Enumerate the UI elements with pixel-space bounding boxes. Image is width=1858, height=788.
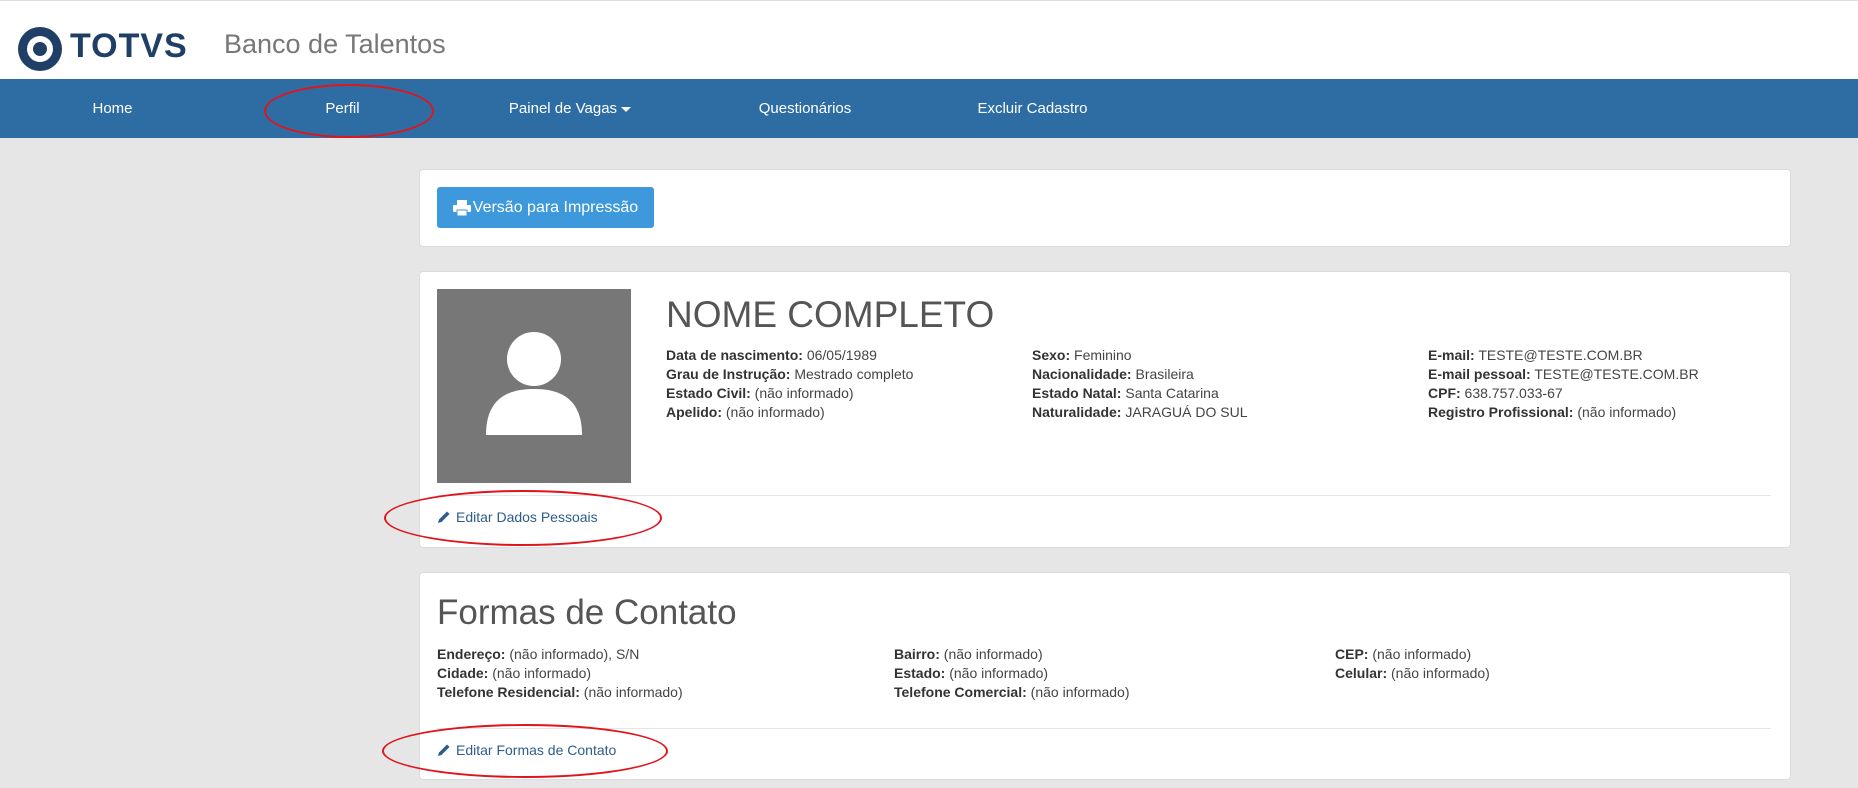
nav-perfil-label: Perfil — [325, 100, 360, 117]
personal-info-col-3: E-mail: TESTE@TESTE.COM.BR E-mail pessoa… — [1428, 346, 1699, 422]
pencil-icon — [438, 511, 450, 523]
print-panel: Versão para Impressão — [419, 169, 1791, 247]
email-row: E-mail: TESTE@TESTE.COM.BR — [1428, 347, 1643, 363]
nav-excluir-cadastro[interactable]: Excluir Cadastro — [960, 79, 1105, 138]
nationality-row: Nacionalidade: Brasileira — [1032, 366, 1194, 382]
nav-painel-vagas-dropdown[interactable]: Painel de Vagas — [500, 79, 640, 138]
nickname-row: Apelido: (não informado) — [666, 404, 825, 420]
nav-home[interactable]: Home — [60, 79, 165, 138]
work-phone-row: Telefone Comercial: (não informado) — [894, 684, 1130, 700]
app-title: Banco de Talentos — [224, 29, 446, 59]
home-phone-row: Telefone Residencial: (não informado) — [437, 684, 683, 700]
personal-info-col-2: Sexo: Feminino Nacionalidade: Brasileira… — [1032, 346, 1248, 422]
contact-info-col-1: Endereço: (não informado), S/N Cidade: (… — [437, 645, 683, 702]
address-row: Endereço: (não informado), S/N — [437, 646, 640, 662]
cpf-row: CPF: 638.757.033-67 — [1428, 385, 1563, 401]
caret-down-icon — [621, 106, 632, 112]
nav-excluir-cadastro-label: Excluir Cadastro — [977, 100, 1088, 117]
divider — [437, 728, 1771, 729]
nav-questionarios[interactable]: Questionários — [740, 79, 870, 138]
personal-email-row: E-mail pessoal: TESTE@TESTE.COM.BR — [1428, 366, 1699, 382]
print-version-label: Versão para Impressão — [472, 198, 639, 216]
top-header: TOTVS Banco de Talentos — [0, 0, 1858, 80]
contact-section-title: Formas de Contato — [437, 593, 737, 632]
totvs-logo-icon — [18, 27, 62, 71]
pencil-icon — [438, 744, 450, 756]
city-row: Cidade: (não informado) — [437, 665, 592, 681]
avatar — [437, 289, 631, 483]
personal-data-panel: NOME COMPLETO Data de nascimento: 06/05/… — [419, 271, 1791, 548]
user-silhouette-icon — [486, 332, 582, 435]
contact-info-col-2: Bairro: (não informado) Estado: (não inf… — [894, 645, 1130, 702]
edit-personal-data-link[interactable]: Editar Dados Pessoais — [437, 509, 598, 525]
divider — [437, 495, 1771, 496]
edit-contact-link[interactable]: Editar Formas de Contato — [437, 742, 616, 758]
print-version-button[interactable]: Versão para Impressão — [437, 187, 654, 228]
logo-text: TOTVS — [70, 27, 188, 65]
contact-panel: Formas de Contato Endereço: (não informa… — [419, 572, 1791, 780]
nav-perfil[interactable]: Perfil — [290, 79, 395, 138]
contact-info-col-3: CEP: (não informado) Celular: (não infor… — [1335, 645, 1490, 683]
main-navbar: Home Perfil Painel de Vagas Questionário… — [0, 79, 1858, 138]
education-row: Grau de Instrução: Mestrado completo — [666, 366, 914, 382]
sex-row: Sexo: Feminino — [1032, 347, 1132, 363]
state-row: Estado: (não informado) — [894, 665, 1049, 681]
zip-row: CEP: (não informado) — [1335, 646, 1472, 662]
birth-state-row: Estado Natal: Santa Catarina — [1032, 385, 1219, 401]
full-name: NOME COMPLETO — [666, 294, 995, 335]
personal-info-col-1: Data de nascimento: 06/05/1989 Grau de I… — [666, 346, 913, 422]
birthplace-row: Naturalidade: JARAGUÁ DO SUL — [1032, 404, 1248, 420]
nav-painel-vagas-label: Painel de Vagas — [508, 100, 618, 117]
professional-registry-row: Registro Profissional: (não informado) — [1428, 404, 1677, 420]
neighborhood-row: Bairro: (não informado) — [894, 646, 1043, 662]
mobile-row: Celular: (não informado) — [1335, 665, 1490, 681]
nav-home-label: Home — [92, 100, 133, 117]
edit-contact-label: Editar Formas de Contato — [456, 742, 617, 758]
marital-status-row: Estado Civil: (não informado) — [666, 385, 854, 401]
birth-date-row: Data de nascimento: 06/05/1989 — [666, 347, 877, 363]
nav-questionarios-label: Questionários — [758, 100, 852, 117]
edit-personal-data-label: Editar Dados Pessoais — [456, 509, 598, 525]
printer-icon — [452, 199, 471, 216]
